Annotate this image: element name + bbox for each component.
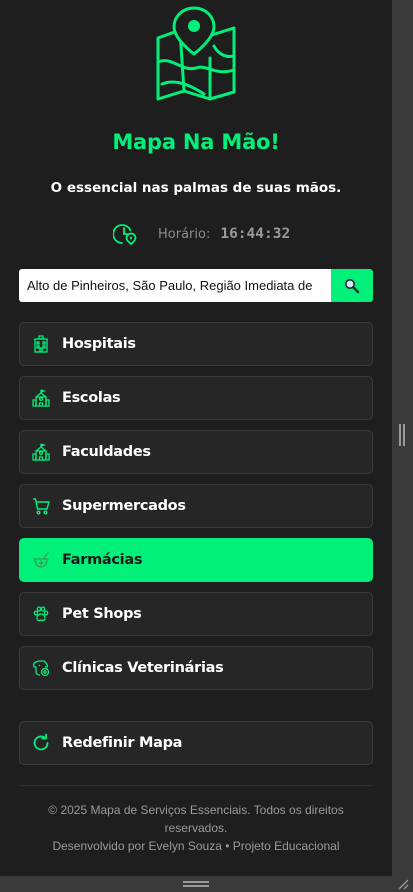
cart-icon — [31, 496, 51, 516]
map-pin-icon — [156, 6, 236, 101]
horizontal-resize-handle[interactable] — [183, 881, 209, 887]
menu-button-hospitais[interactable]: Hospitais — [19, 322, 373, 366]
paw-icon — [31, 604, 51, 624]
vet-dog-icon — [31, 658, 51, 678]
mortar-pestle-icon — [31, 550, 51, 570]
menu-label: Pet Shops — [62, 606, 142, 622]
vertical-resize-handle[interactable] — [399, 424, 405, 446]
menu-button-supermercados[interactable]: Supermercados — [19, 484, 373, 528]
hospital-icon — [31, 334, 51, 354]
menu-label: Clínicas Veterinárias — [62, 660, 224, 676]
magnifier-icon — [345, 278, 360, 293]
app-title: Mapa Na Mão! — [112, 130, 280, 154]
menu-label: Escolas — [62, 390, 121, 406]
menu-button-farmacias[interactable]: Farmácias — [19, 538, 373, 582]
clock-row: Horário: 16:44:32 — [113, 221, 290, 247]
refresh-icon — [31, 733, 51, 753]
sidebar-panel: Mapa Na Mão! O essencial nas palmas de s… — [0, 0, 392, 876]
resize-grip-icon[interactable] — [397, 878, 409, 890]
footer-credits: Desenvolvido por Evelyn Souza • Projeto … — [52, 839, 340, 853]
search-button[interactable] — [331, 269, 373, 302]
menu-button-clinicas-veterinarias[interactable]: Clínicas Veterinárias — [19, 646, 373, 690]
menu-button-escolas[interactable]: Escolas — [19, 376, 373, 420]
clock-location-icon — [113, 224, 137, 246]
menu-label: Farmácias — [62, 552, 143, 568]
school-icon — [31, 388, 51, 408]
footer-divider — [19, 785, 373, 786]
time-label: Horário: — [158, 226, 211, 242]
menu-label: Faculdades — [62, 444, 151, 460]
menu-button-pet-shops[interactable]: Pet Shops — [19, 592, 373, 636]
menu-button-faculdades[interactable]: Faculdades — [19, 430, 373, 474]
app-tagline: O essencial nas palmas de suas mãos. — [50, 180, 342, 196]
reset-map-label: Redefinir Mapa — [62, 735, 183, 751]
time-value: 16:44:32 — [220, 226, 291, 242]
footer: © 2025 Mapa de Serviços Essenciais. Todo… — [0, 801, 392, 855]
footer-copyright: © 2025 Mapa de Serviços Essenciais. Todo… — [48, 803, 344, 835]
search-bar — [19, 269, 373, 302]
reset-map-button[interactable]: Redefinir Mapa — [19, 721, 373, 765]
menu-label: Hospitais — [62, 336, 136, 352]
menu-label: Supermercados — [62, 498, 186, 514]
search-input[interactable] — [19, 269, 331, 302]
school-icon — [31, 442, 51, 462]
